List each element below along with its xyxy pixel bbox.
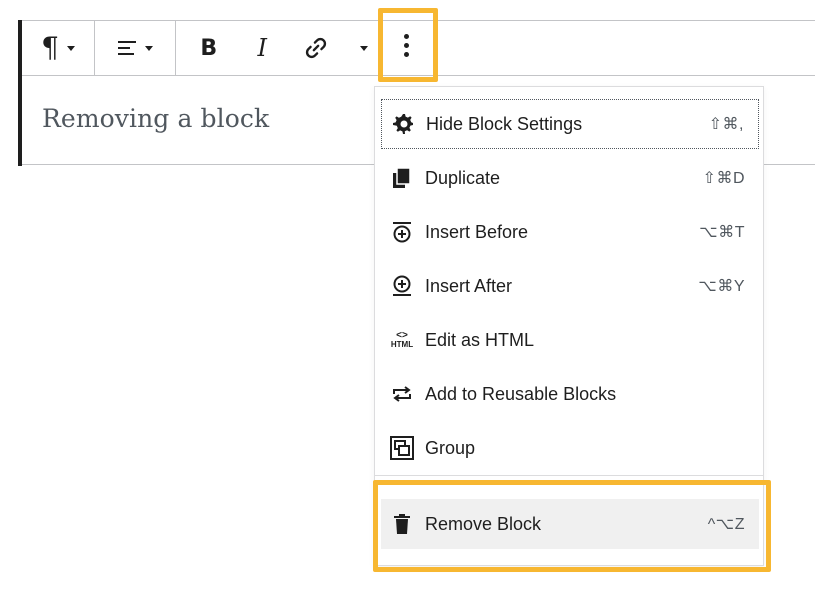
html-icon-glyph: <> HTML bbox=[391, 331, 413, 349]
block-type-group: ¶ bbox=[22, 21, 95, 75]
remove-block-highlight bbox=[373, 480, 771, 572]
align-left-icon bbox=[118, 41, 136, 55]
link-icon bbox=[305, 37, 326, 59]
bold-button[interactable]: B bbox=[189, 21, 229, 75]
block-text[interactable]: Removing a block bbox=[42, 104, 269, 133]
menu-item-duplicate[interactable]: Duplicate ⇧⌘D bbox=[381, 153, 759, 203]
insert-after-icon bbox=[389, 273, 415, 299]
menu-item-group[interactable]: Group bbox=[381, 423, 759, 473]
more-options-highlight bbox=[378, 8, 438, 82]
menu-item-label: Insert After bbox=[425, 275, 513, 296]
reusable-icon bbox=[389, 381, 415, 407]
menu-item-hide-block-settings[interactable]: Hide Block Settings ⇧⌘, bbox=[381, 99, 759, 149]
menu-item-edit-as-html[interactable]: <> HTML Edit as HTML bbox=[381, 315, 759, 365]
paragraph-icon: ¶ bbox=[41, 31, 59, 64]
menu-item-label: Add to Reusable Blocks bbox=[425, 383, 617, 404]
chevron-down-icon bbox=[360, 45, 369, 51]
menu-separator bbox=[375, 475, 763, 476]
bold-icon: B bbox=[200, 35, 218, 61]
menu-item-shortcut: ⇧⌘D bbox=[702, 170, 745, 187]
menu-item-add-to-reusable-blocks[interactable]: Add to Reusable Blocks bbox=[381, 369, 759, 419]
html-icon-text: HTML bbox=[390, 340, 414, 349]
group-icon bbox=[389, 435, 415, 461]
menu-item-shortcut: ⌥⌘T bbox=[699, 224, 745, 241]
html-icon: <> HTML bbox=[389, 327, 415, 353]
more-formatting-button[interactable] bbox=[349, 21, 379, 75]
menu-item-label: Insert Before bbox=[425, 221, 529, 242]
block-type-button[interactable]: ¶ bbox=[22, 21, 94, 75]
menu-item-shortcut: ⇧⌘, bbox=[708, 116, 744, 133]
italic-icon: I bbox=[257, 34, 267, 62]
menu-item-insert-before[interactable]: Insert Before ⌥⌘T bbox=[381, 207, 759, 257]
gear-icon bbox=[390, 111, 416, 137]
menu-item-label: Hide Block Settings bbox=[426, 113, 583, 134]
align-group bbox=[95, 21, 176, 75]
insert-before-icon bbox=[389, 219, 415, 245]
chevron-down-icon bbox=[66, 45, 75, 51]
duplicate-icon bbox=[389, 165, 415, 191]
menu-item-insert-after[interactable]: Insert After ⌥⌘Y bbox=[381, 261, 759, 311]
align-button[interactable] bbox=[95, 21, 175, 75]
menu-item-label: Duplicate bbox=[425, 167, 501, 188]
link-button[interactable] bbox=[296, 21, 336, 75]
italic-button[interactable]: I bbox=[242, 21, 282, 75]
menu-item-label: Edit as HTML bbox=[425, 329, 535, 350]
chevron-down-icon bbox=[145, 45, 153, 51]
format-group: B I bbox=[176, 21, 392, 75]
menu-item-shortcut: ⌥⌘Y bbox=[698, 278, 745, 295]
menu-item-label: Group bbox=[425, 437, 476, 458]
